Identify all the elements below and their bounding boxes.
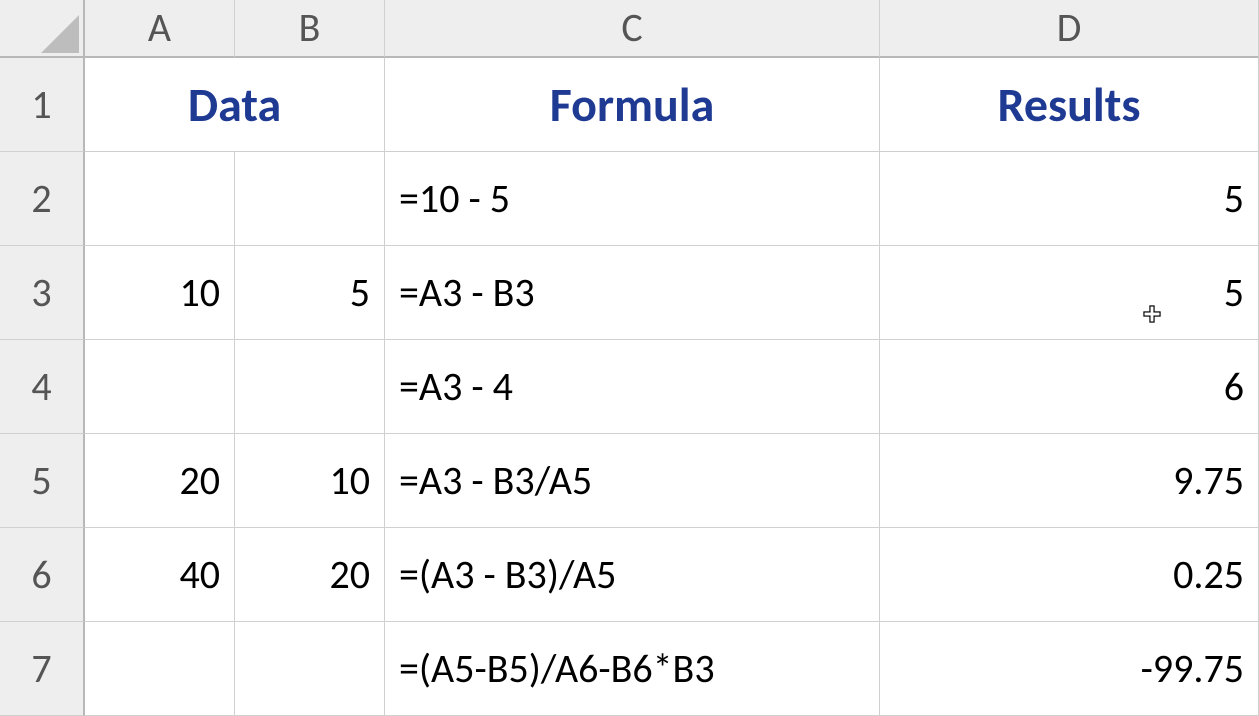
row-header-7[interactable]: 7 <box>0 622 85 716</box>
cell-C2[interactable]: =10 - 5 <box>385 152 880 246</box>
cell-D7[interactable]: -99.75 <box>880 622 1259 716</box>
cell-D1[interactable]: Results <box>880 58 1259 152</box>
row-header-6[interactable]: 6 <box>0 528 85 622</box>
cell-A7[interactable] <box>85 622 235 716</box>
cell-B7[interactable] <box>235 622 385 716</box>
cell-A4[interactable] <box>85 340 235 434</box>
cell-B3[interactable]: 5 <box>235 246 385 340</box>
row-header-1[interactable]: 1 <box>0 58 85 152</box>
cell-D2[interactable]: 5 <box>880 152 1259 246</box>
cell-D4[interactable]: 6 <box>880 340 1259 434</box>
col-header-C[interactable]: C <box>385 0 880 58</box>
col-header-A[interactable]: A <box>85 0 235 58</box>
cell-A6[interactable]: 40 <box>85 528 235 622</box>
cell-C4[interactable]: =A3 - 4 <box>385 340 880 434</box>
col-header-B[interactable]: B <box>235 0 385 58</box>
cell-C1[interactable]: Formula <box>385 58 880 152</box>
cell-C3[interactable]: =A3 - B3 <box>385 246 880 340</box>
spreadsheet-grid[interactable]: A B C D 1 Data Formula Results 2 =10 - 5… <box>0 0 1259 716</box>
row-header-2[interactable]: 2 <box>0 152 85 246</box>
col-header-D[interactable]: D <box>880 0 1259 58</box>
cell-D3[interactable]: 5 <box>880 246 1259 340</box>
row-header-5[interactable]: 5 <box>0 434 85 528</box>
cell-B6[interactable]: 20 <box>235 528 385 622</box>
cell-B5[interactable]: 10 <box>235 434 385 528</box>
cell-A5[interactable]: 20 <box>85 434 235 528</box>
row-header-4[interactable]: 4 <box>0 340 85 434</box>
cell-A3[interactable]: 10 <box>85 246 235 340</box>
select-all-triangle-icon <box>41 15 79 53</box>
cell-D5[interactable]: 9.75 <box>880 434 1259 528</box>
cell-C7[interactable]: =(A5-B5)/A6-B6*B3 <box>385 622 880 716</box>
select-all-corner[interactable] <box>0 0 85 58</box>
cell-C5[interactable]: =A3 - B3/A5 <box>385 434 880 528</box>
cell-B4[interactable] <box>235 340 385 434</box>
cell-A1-merged[interactable]: Data <box>85 58 385 152</box>
cell-A2[interactable] <box>85 152 235 246</box>
cell-C6[interactable]: =(A3 - B3)/A5 <box>385 528 880 622</box>
cell-B2[interactable] <box>235 152 385 246</box>
cell-D6[interactable]: 0.25 <box>880 528 1259 622</box>
row-header-3[interactable]: 3 <box>0 246 85 340</box>
